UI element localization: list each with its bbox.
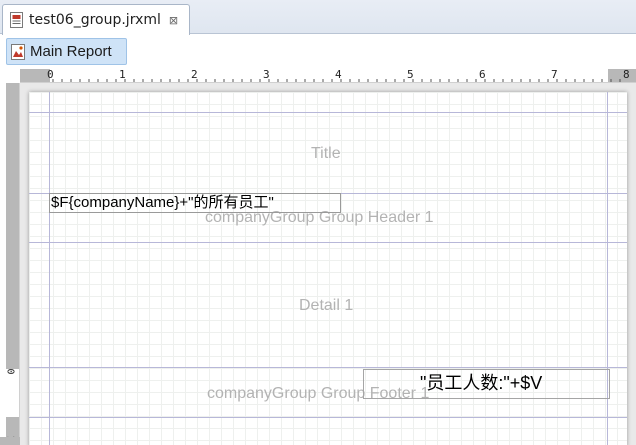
ruler-label: 1: [119, 68, 126, 81]
vertical-ruler: 0 1: [0, 83, 20, 445]
ruler-label: 7: [551, 68, 558, 81]
editor-tab[interactable]: test06_group.jrxml ⊠: [2, 4, 190, 35]
ruler-label: 2: [191, 68, 198, 81]
title-band-label: Title: [311, 145, 341, 162]
report-selector-bar: Main Report: [0, 35, 636, 69]
ruler-corner: [0, 69, 20, 83]
employee-count-textfield[interactable]: "员工人数:"+$V: [363, 369, 610, 399]
ruler-label: 0: [4, 368, 16, 375]
ruler-ticks: [52, 79, 621, 82]
jrxml-file-icon: [10, 12, 23, 28]
main-report-label: Main Report: [30, 43, 112, 60]
band-boundary: [29, 242, 627, 243]
horizontal-ruler: 0 1 2 3 4 5 6 7 8: [20, 68, 636, 83]
main-report-tab[interactable]: Main Report: [6, 38, 127, 65]
ruler-top-margin-marker: [6, 83, 19, 369]
band-boundary: [29, 112, 627, 113]
ruler-scroll-marker: [0, 437, 20, 445]
design-canvas[interactable]: Title companyGroup Group Header 1 Detail…: [20, 83, 636, 445]
editor-tab-strip: test06_group.jrxml ⊠: [0, 0, 636, 35]
editor-tab-title: test06_group.jrxml: [29, 12, 161, 28]
report-icon: [11, 43, 25, 60]
band-boundary: [29, 417, 627, 418]
ruler-label: 6: [479, 68, 486, 81]
ruler-label: 3: [263, 68, 270, 81]
ruler-label: 5: [407, 68, 414, 81]
detail-band-label: Detail 1: [299, 297, 354, 314]
ruler-label: 8: [623, 68, 630, 81]
company-name-textfield[interactable]: $F{companyName}+"的所有员工": [49, 193, 341, 213]
close-icon[interactable]: ⊠: [169, 14, 178, 27]
ruler-label: 0: [47, 68, 54, 81]
band-boundary: [29, 367, 627, 368]
ruler-label: 4: [335, 68, 342, 81]
report-page[interactable]: Title companyGroup Group Header 1 Detail…: [29, 92, 627, 445]
left-margin-guide: [49, 92, 50, 445]
